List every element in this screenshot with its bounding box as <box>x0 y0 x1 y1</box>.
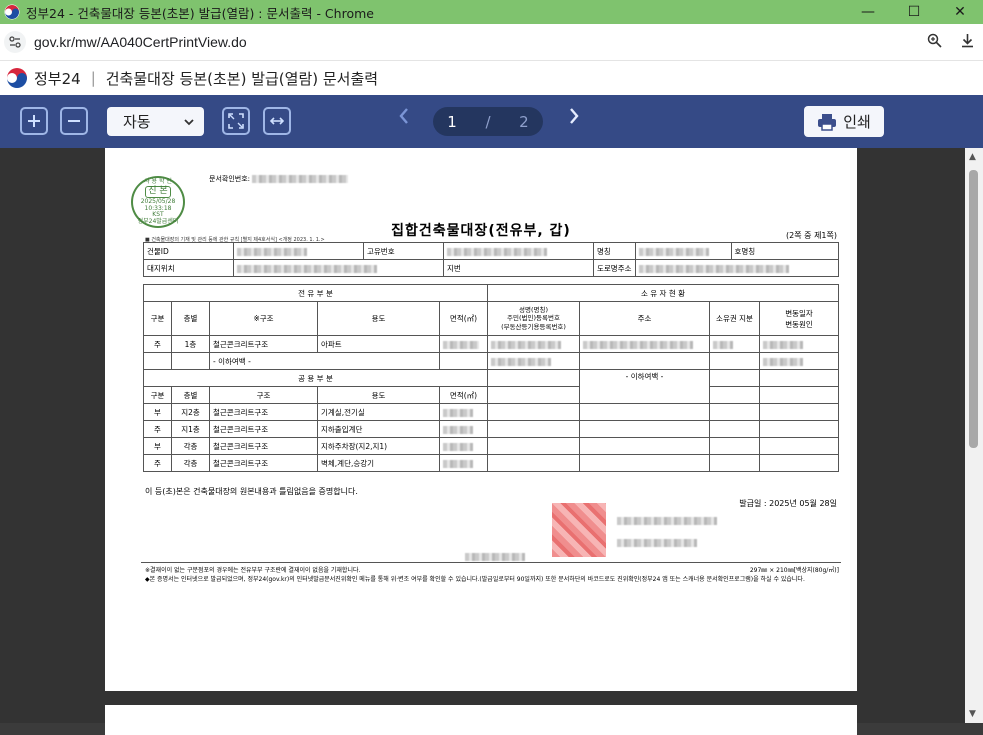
table-row: 부 각층 철근콘크리트구조 지하주차장(지2,지1) <box>143 437 839 455</box>
table-row: 주 지1층 철근콘크리트구조 지하출입계단 <box>143 420 839 438</box>
window-title: 정부24 - 건축물대장 등본(초본) 발급(열람) : 문서출력 - Chro… <box>26 5 374 21</box>
table-row: - 이하여백 - <box>143 352 839 370</box>
zoom-out-button[interactable] <box>60 107 88 135</box>
fit-width-icon <box>269 117 285 125</box>
zoom-icon[interactable] <box>927 33 942 52</box>
zoom-select[interactable]: 자동 <box>107 107 204 136</box>
next-page-button[interactable] <box>564 106 584 131</box>
document-viewer[interactable]: 사 용 학 인 진 본 2025/05/28 10:33:18 KST 정부24… <box>0 148 983 735</box>
redacted-text <box>252 175 349 183</box>
printer-icon <box>818 113 837 131</box>
footnote-1: ※결재이이 없는 구분점포의 경우에는 전유부부 구조란에 결재이이 없음을 기… <box>145 567 361 574</box>
document-page-2 <box>105 705 857 735</box>
brand-name[interactable]: 정부24 <box>34 68 81 89</box>
scroll-down-icon[interactable]: ▼ <box>969 709 976 719</box>
table-row: 주 1층 철근콘크리트구조 아파트 <box>143 335 839 353</box>
print-label: 인쇄 <box>843 113 871 131</box>
minimize-icon[interactable]: — <box>845 0 891 24</box>
address-bar: gov.kr/mw/AA040CertPrintView.do <box>0 24 983 61</box>
download-icon[interactable] <box>960 33 975 52</box>
total-pages: 2 <box>519 112 529 131</box>
url-text[interactable]: gov.kr/mw/AA040CertPrintView.do <box>34 34 927 50</box>
issue-date: 발급일 : 2025년 05월 28일 <box>739 499 837 508</box>
fullscreen-icon <box>228 113 244 129</box>
issuer-name <box>617 510 717 548</box>
zoom-in-button[interactable] <box>20 107 48 135</box>
gov24-favicon-icon <box>4 4 20 20</box>
fit-width-button[interactable] <box>263 107 291 135</box>
divider <box>141 562 841 563</box>
chevron-right-icon <box>570 108 579 124</box>
maximize-icon[interactable]: ☐ <box>891 0 937 24</box>
vertical-scrollbar[interactable]: ▲ ▼ <box>965 148 983 723</box>
certification-text: 이 등(초)본은 건축물대장의 원본내용과 틀림없음을 증명합니다. <box>145 487 358 496</box>
scrollbar-thumb[interactable] <box>969 170 978 448</box>
site-header: 정부24 | 건축물대장 등본(초본) 발급(열람) 문서출력 <box>0 61 983 95</box>
building-info-table: 건물ID 고유번호 명칭 호명칭 대지위치 지번 도로명주소 <box>143 242 839 277</box>
chevron-left-icon <box>399 108 408 124</box>
owner-header: 소 유 자 현 황 <box>487 284 839 302</box>
official-stamp <box>552 503 606 557</box>
print-button[interactable]: 인쇄 <box>804 106 884 137</box>
table-row: 주 각층 철근콘크리트구조 벽체,계단,승강기 <box>143 454 839 472</box>
document-page-1: 사 용 학 인 진 본 2025/05/28 10:33:18 KST 정부24… <box>105 148 857 691</box>
common-header: 공 용 부 분 <box>143 369 488 387</box>
sheet-note: (2쪽 중 제1쪽) <box>786 231 837 240</box>
footnote-2: ◆본 증명서는 인터넷으로 발급되었으며, 정부24(gov.kr)의 인터넷발… <box>145 576 805 583</box>
document-number: 문서확인번호: <box>209 174 349 184</box>
chevron-down-icon <box>184 118 194 125</box>
table-row: 부 지2층 철근콘크리트구조 기계실,전기실 <box>143 403 839 421</box>
scroll-up-icon[interactable]: ▲ <box>969 152 976 162</box>
page-title: 건축물대장 등본(초본) 발급(열람) 문서출력 <box>105 69 379 88</box>
exclusive-header: 전 유 부 분 <box>143 284 488 302</box>
site-info-icon[interactable] <box>4 31 26 53</box>
close-icon[interactable]: ✕ <box>937 0 983 24</box>
page-indicator: 1 / 2 <box>433 107 543 136</box>
paper-size: 297㎜ × 210㎜[백상지(80g/㎡)] <box>749 567 839 574</box>
zoom-select-value: 자동 <box>123 113 151 131</box>
window-titlebar: 정부24 - 건축물대장 등본(초본) 발급(열람) : 문서출력 - Chro… <box>0 0 983 24</box>
minus-icon <box>68 120 80 122</box>
current-page-input[interactable]: 1 <box>447 113 457 131</box>
page-separator: / <box>485 112 491 131</box>
prev-page-button[interactable] <box>394 106 414 131</box>
fit-page-button[interactable] <box>222 107 250 135</box>
header-divider: | <box>90 69 96 87</box>
plus-icon <box>28 115 40 127</box>
ownership-table: 전 유 부 분 소 유 자 현 황 구분 층별 ※구조 용도 면적(㎡) 성명(… <box>143 284 839 472</box>
gov24-logo-icon <box>7 68 27 88</box>
